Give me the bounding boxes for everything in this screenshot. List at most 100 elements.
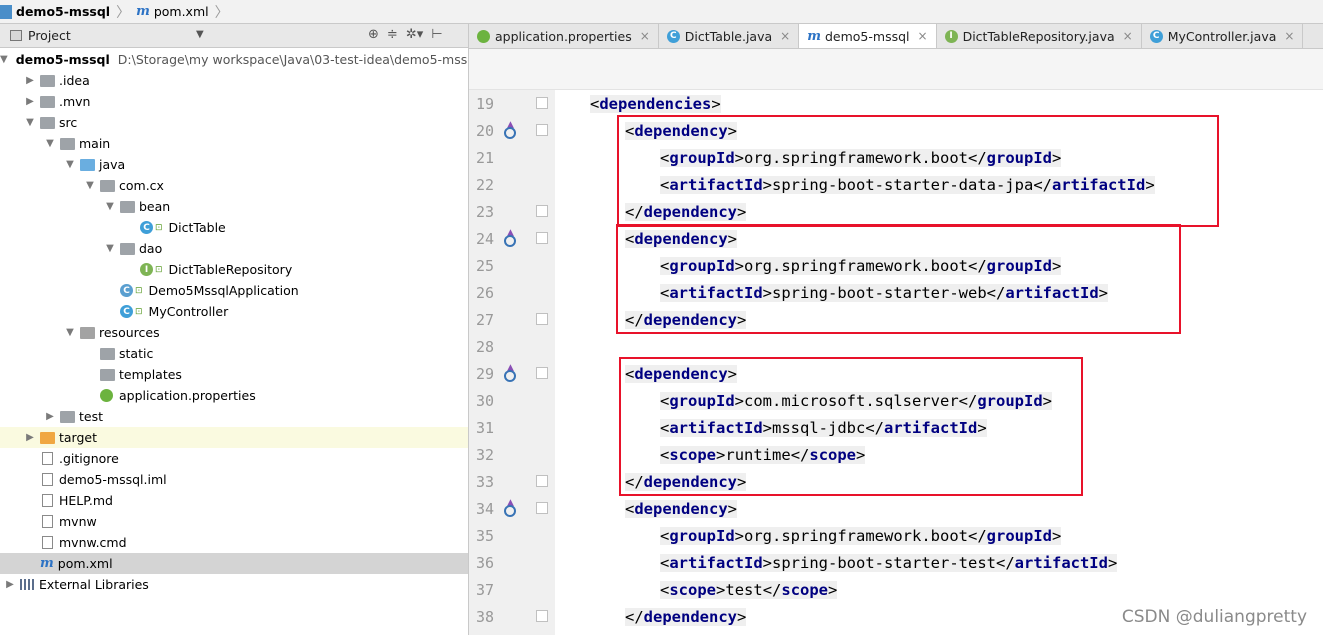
tree-item[interactable]: templates: [0, 364, 468, 385]
expanded-arrow-icon[interactable]: ▼: [84, 180, 96, 191]
maven-dependency-gutter-icon[interactable]: ▲: [503, 228, 519, 248]
tree-item[interactable]: ▼ bean: [0, 196, 468, 217]
tag-bracket: >: [716, 580, 726, 599]
collapsed-arrow-icon[interactable]: ▶: [24, 432, 36, 443]
tree-item[interactable]: ▶ test: [0, 406, 468, 427]
tree-item[interactable]: C ⊡ MyController: [0, 301, 468, 322]
element-value: spring-boot-starter-test: [772, 553, 996, 572]
tree-item-label: mvnw: [59, 514, 97, 529]
close-tab-icon[interactable]: ×: [918, 29, 928, 43]
breadcrumb-file[interactable]: m pom.xml 〉: [134, 0, 233, 24]
collapse-icon[interactable]: ≑: [387, 27, 398, 42]
expanded-arrow-icon[interactable]: ▼: [44, 138, 56, 149]
tree-item[interactable]: ▼ main: [0, 133, 468, 154]
editor-tab[interactable]: C MyController.java ×: [1142, 24, 1304, 48]
tree-item-label: demo5-mssql: [15, 52, 110, 67]
maven-dependency-gutter-icon[interactable]: ▲: [503, 363, 519, 383]
chevron-right-icon: 〉: [214, 4, 229, 21]
tree-item-label: resources: [99, 325, 160, 340]
tree-item[interactable]: m pom.xml: [0, 553, 468, 574]
tree-item[interactable]: C ⊡ DictTable: [0, 217, 468, 238]
collapsed-arrow-icon[interactable]: ▶: [4, 579, 16, 590]
fold-marker-icon[interactable]: [536, 97, 548, 109]
expanded-arrow-icon[interactable]: ▼: [104, 201, 116, 212]
tree-item[interactable]: application.properties: [0, 385, 468, 406]
settings-icon[interactable]: ✲▾: [406, 27, 423, 42]
excluded-folder-icon: [40, 431, 55, 444]
close-tab-icon[interactable]: ×: [640, 29, 650, 43]
tree-item[interactable]: HELP.md: [0, 490, 468, 511]
tree-item-label: dao: [139, 241, 163, 256]
code-line: </dependency>: [625, 603, 747, 630]
tree-item[interactable]: ▼ com.cx: [0, 175, 468, 196]
breadcrumb-project[interactable]: demo5-mssql 〉: [0, 0, 134, 24]
tree-item[interactable]: I ⊡ DictTableRepository: [0, 259, 468, 280]
tree-item[interactable]: mvnw.cmd: [0, 532, 468, 553]
dropdown-caret-icon[interactable]: ▼: [196, 29, 204, 40]
fold-marker-icon[interactable]: [536, 232, 548, 244]
tree-item[interactable]: ▶ .mvn: [0, 91, 468, 112]
tree-item[interactable]: ▼ dao: [0, 238, 468, 259]
editor-tab[interactable]: application.properties ×: [469, 24, 659, 48]
fold-marker-icon[interactable]: [536, 205, 548, 217]
line-number: 33: [476, 472, 495, 491]
close-tab-icon[interactable]: ×: [1284, 29, 1294, 43]
fold-marker-icon[interactable]: [536, 367, 548, 379]
tag-bracket: </: [625, 607, 644, 626]
maven-dependency-gutter-icon[interactable]: ▲: [503, 498, 519, 518]
tag-name: dependency: [634, 499, 728, 518]
tree-item[interactable]: ▼ resources: [0, 322, 468, 343]
expanded-arrow-icon[interactable]: ▼: [64, 159, 76, 170]
line-number: 32: [476, 445, 495, 464]
maven-file-icon: m: [136, 4, 150, 19]
close-tab-icon[interactable]: ×: [780, 29, 790, 43]
close-tab-icon[interactable]: ×: [1123, 29, 1133, 43]
fold-marker-icon[interactable]: [536, 475, 548, 487]
tree-item[interactable]: ▶ External Libraries: [0, 574, 468, 595]
collapsed-arrow-icon[interactable]: ▶: [44, 411, 56, 422]
tag-bracket: </: [967, 526, 987, 545]
tag-bracket: <: [660, 553, 670, 572]
tree-item[interactable]: static: [0, 343, 468, 364]
target-icon[interactable]: ⊕: [368, 27, 379, 42]
hide-icon[interactable]: ⊢: [431, 27, 442, 42]
tree-item[interactable]: .gitignore: [0, 448, 468, 469]
line-number: 37: [476, 580, 495, 599]
tree-item-label: HELP.md: [59, 493, 113, 508]
expanded-arrow-icon[interactable]: ▼: [104, 243, 116, 254]
project-view-selector[interactable]: Project: [28, 28, 71, 43]
tag-name: scope: [669, 580, 717, 599]
spring-config-icon: [100, 389, 113, 402]
tree-item[interactable]: mvnw: [0, 511, 468, 532]
fold-marker-icon[interactable]: [536, 610, 548, 622]
tree-item-label: DictTableRepository: [168, 262, 293, 277]
fold-marker-icon[interactable]: [536, 313, 548, 325]
expanded-arrow-icon[interactable]: ▼: [64, 327, 76, 338]
code-line: <artifactId>spring-boot-starter-test</ar…: [660, 549, 1118, 576]
editor-tab[interactable]: C DictTable.java ×: [659, 24, 800, 48]
expanded-arrow-icon[interactable]: ▼: [24, 117, 36, 128]
tree-item[interactable]: ▼ demo5-mssql D:\Storage\my workspace\Java…: [0, 49, 468, 70]
tree-item[interactable]: demo5-mssql.iml: [0, 469, 468, 490]
tag-bracket: </: [762, 580, 782, 599]
expanded-arrow-icon[interactable]: ▼: [0, 54, 8, 65]
fold-marker-icon[interactable]: [536, 124, 548, 136]
tree-item-label: application.properties: [119, 388, 256, 403]
override-circle-icon: [504, 505, 516, 517]
tree-item[interactable]: ▶ target: [0, 427, 468, 448]
tag-bracket: >: [737, 607, 747, 626]
tree-item[interactable]: ▼ java: [0, 154, 468, 175]
editor-tab[interactable]: m demo5-mssql ×: [799, 24, 937, 48]
tree-item[interactable]: ▼ src: [0, 112, 468, 133]
editor-tab[interactable]: I DictTableRepository.java ×: [937, 24, 1142, 48]
tree-item[interactable]: ▶ .idea: [0, 70, 468, 91]
class-icon: C: [666, 29, 680, 43]
line-number: 25: [476, 256, 495, 275]
fold-marker-icon[interactable]: [536, 502, 548, 514]
tree-item-label: static: [119, 346, 154, 361]
maven-file-icon: m: [807, 28, 821, 44]
tree-item[interactable]: C ⊡ Demo5MssqlApplication: [0, 280, 468, 301]
maven-dependency-gutter-icon[interactable]: ▲: [503, 120, 519, 140]
collapsed-arrow-icon[interactable]: ▶: [24, 75, 36, 86]
collapsed-arrow-icon[interactable]: ▶: [24, 96, 36, 107]
